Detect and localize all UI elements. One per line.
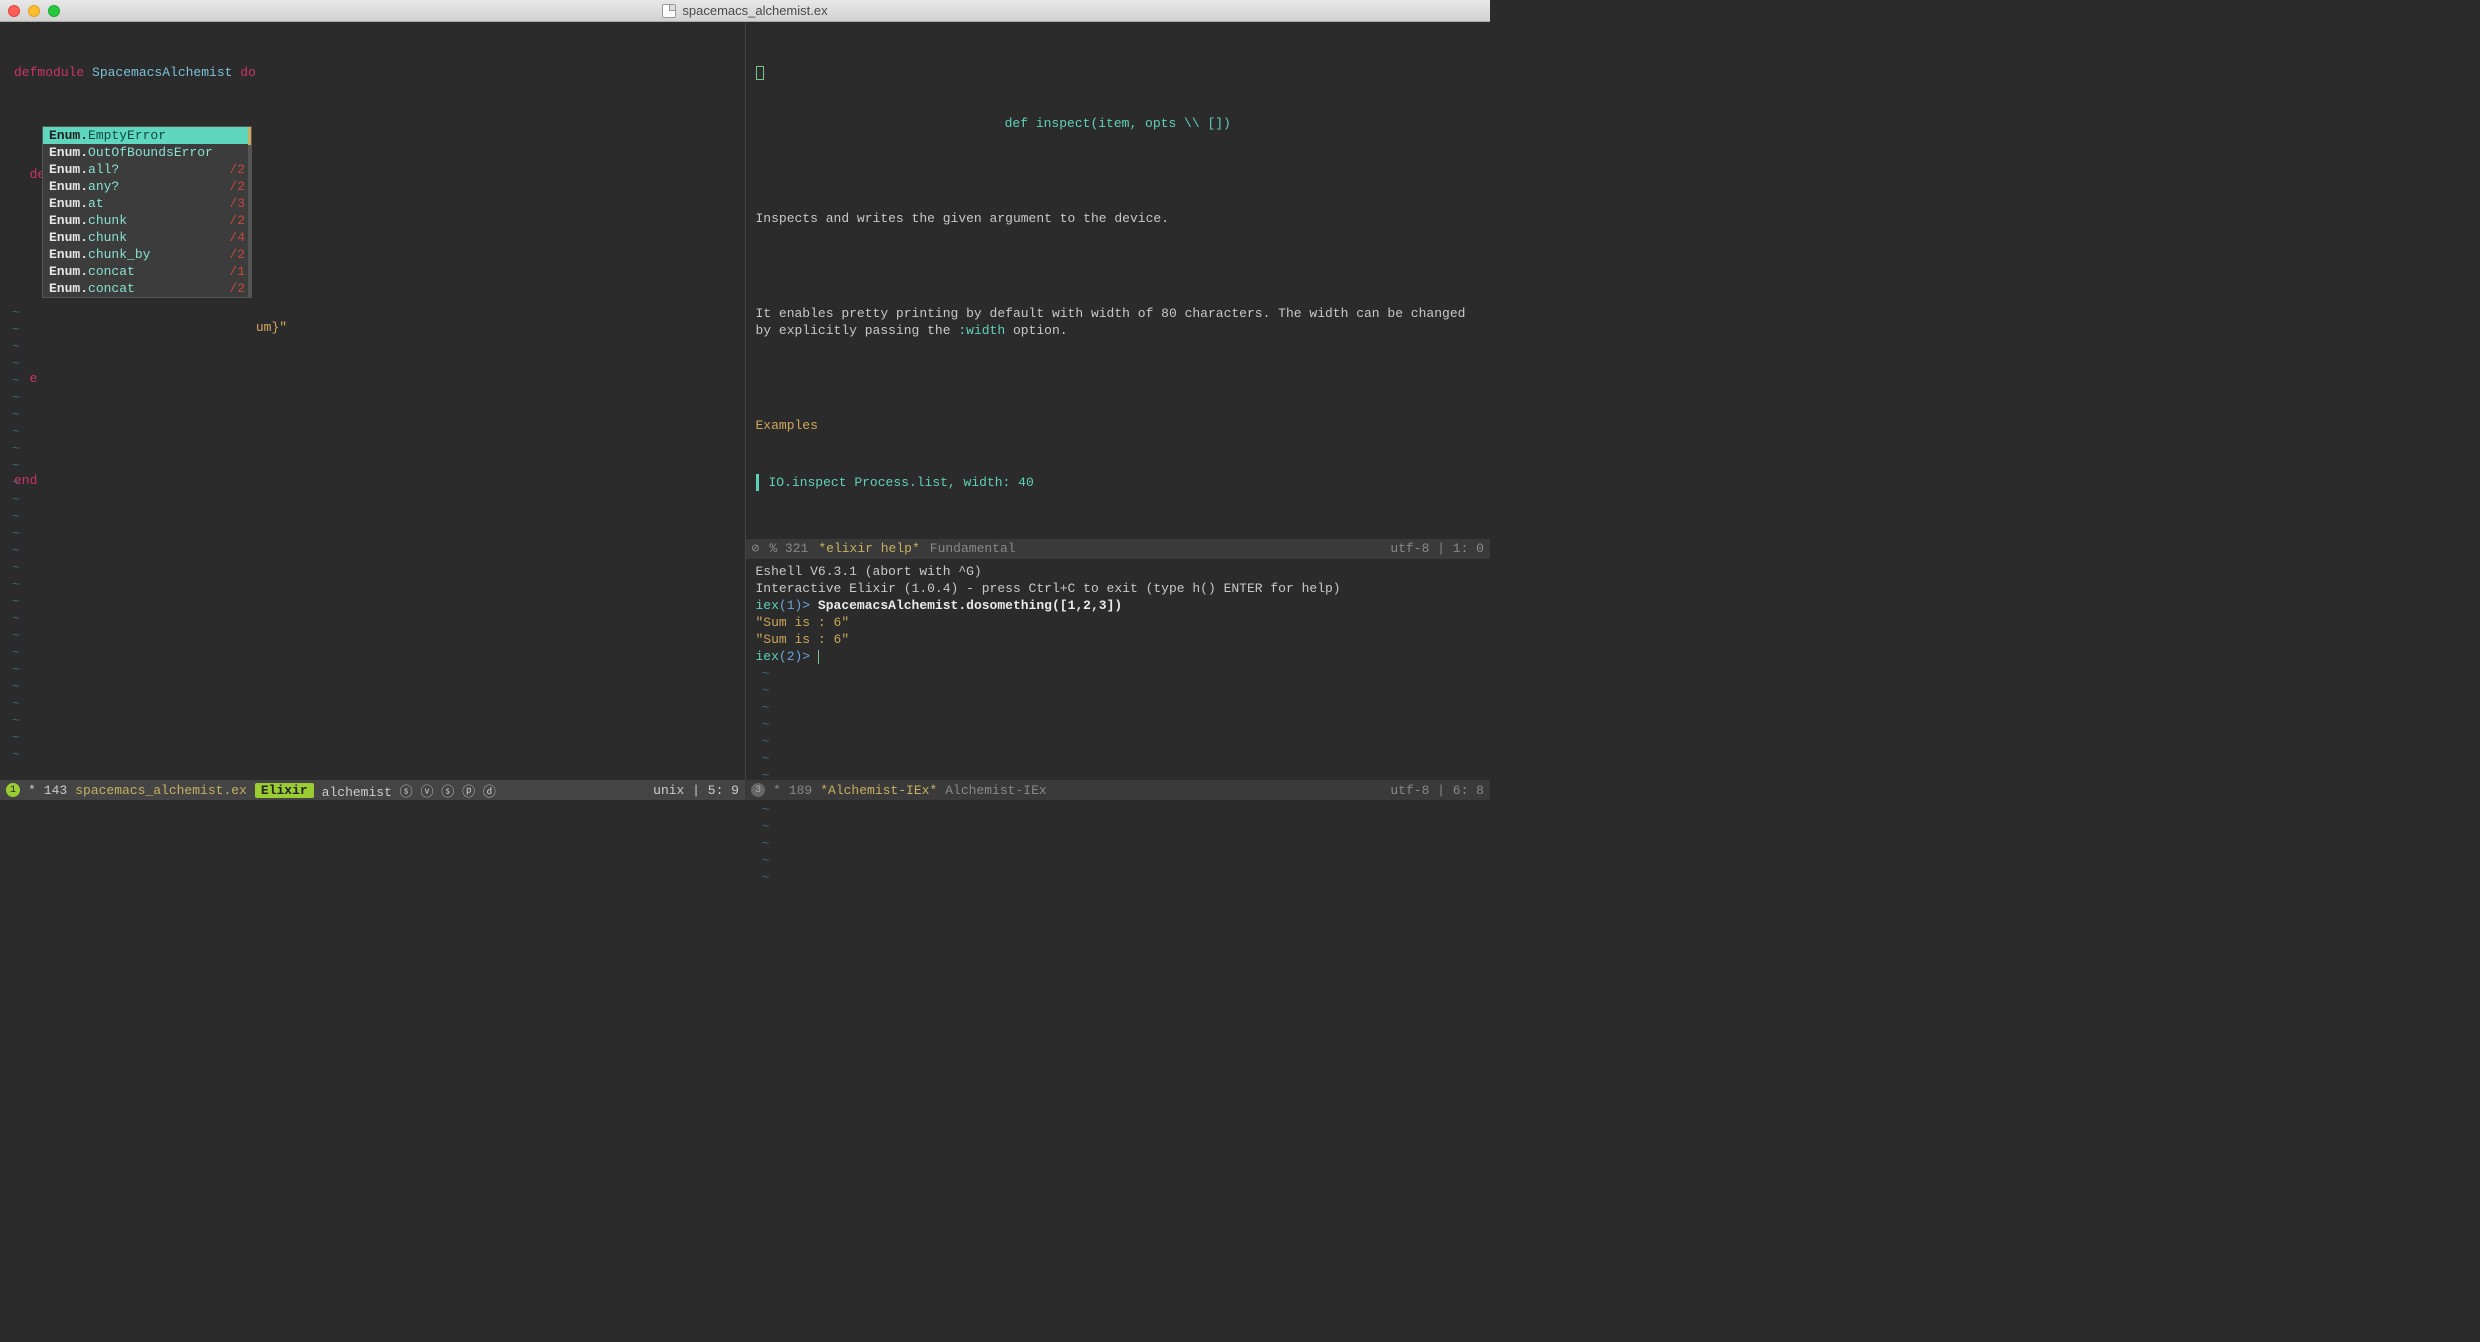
- right-pane: def inspect(item, opts \\ []) Inspects a…: [746, 22, 1491, 780]
- completion-item[interactable]: Enum.any?/2: [43, 178, 251, 195]
- kw-defmodule: defmodule: [14, 65, 92, 80]
- modelines: 1 * 143 spacemacs_alchemist.ex Elixir al…: [0, 780, 1490, 800]
- modeline-right[interactable]: 3 * 189 *Alchemist-IEx* Alchemist-IEx ut…: [745, 780, 1490, 800]
- completion-popup[interactable]: Enum.EmptyError Enum.OutOfBoundsError En…: [42, 126, 252, 298]
- completion-item[interactable]: Enum.concat/1: [43, 263, 251, 280]
- iex-prompt[interactable]: iex(2)>: [756, 648, 1481, 665]
- doc-paragraph: It enables pretty printing by default wi…: [756, 305, 1481, 339]
- window-title-text: spacemacs_alchemist.ex: [682, 3, 827, 18]
- kw-end-inner: e: [30, 371, 38, 386]
- document-icon: [662, 4, 676, 18]
- window-title: spacemacs_alchemist.ex: [0, 3, 1490, 18]
- buffer-name: spacemacs_alchemist.ex: [75, 783, 247, 798]
- empty-lines: ~~~~~~~~~~~~~~~~~~~~~~~~~~~: [0, 304, 20, 763]
- iex-prompt[interactable]: iex(1)> SpacemacsAlchemist.dosomething([…: [756, 597, 1481, 614]
- completion-item[interactable]: Enum.chunk_by/2: [43, 246, 251, 263]
- completion-item[interactable]: Enum.OutOfBoundsError: [43, 144, 251, 161]
- completion-item[interactable]: Enum.concat/2: [43, 280, 251, 297]
- state-indicator-icon: 3: [751, 783, 765, 797]
- help-cursor: [756, 66, 764, 80]
- macos-titlebar: spacemacs_alchemist.ex: [0, 0, 1490, 22]
- popup-scrollbar[interactable]: [248, 127, 251, 297]
- buffer-name: *Alchemist-IEx*: [820, 783, 937, 798]
- doc-signature: def inspect(item, opts \\ []): [756, 115, 1481, 132]
- iex-banner: Interactive Elixir (1.0.4) - press Ctrl+…: [756, 580, 1481, 597]
- minor-modes: alchemist ⓢ ⓥ ⓢ ⓟ ⓓ: [322, 781, 496, 800]
- workspace: defmodule SpacemacsAlchemist do def doso…: [0, 22, 1490, 780]
- buffer-name: *elixir help*: [818, 539, 919, 559]
- completion-item[interactable]: Enum.all?/2: [43, 161, 251, 178]
- iex-cursor: [818, 650, 819, 664]
- empty-lines: ~~~~~~~~~~~~~: [756, 665, 1481, 886]
- help-pane[interactable]: def inspect(item, opts \\ []) Inspects a…: [746, 22, 1491, 533]
- modeline-left[interactable]: 1 * 143 spacemacs_alchemist.ex Elixir al…: [0, 780, 745, 800]
- state-indicator-icon: 1: [6, 783, 20, 797]
- completion-item[interactable]: Enum.chunk/2: [43, 212, 251, 229]
- module-name: SpacemacsAlchemist: [92, 65, 240, 80]
- editor-pane[interactable]: defmodule SpacemacsAlchemist do def doso…: [0, 22, 746, 780]
- major-mode: Alchemist-IEx: [945, 783, 1046, 798]
- doc-examples-heading: Examples: [756, 417, 1481, 434]
- doc-paragraph: Inspects and writes the given argument t…: [756, 210, 1481, 227]
- kw-do: do: [240, 65, 256, 80]
- iex-pane[interactable]: Eshell V6.3.1 (abort with ^G) Interactiv…: [746, 559, 1491, 890]
- major-mode: Fundamental: [930, 539, 1016, 559]
- warning-icon: ⊘: [752, 539, 760, 559]
- completion-item[interactable]: Enum.EmptyError: [43, 127, 251, 144]
- iex-output: "Sum is : 6": [756, 614, 1481, 631]
- iex-output: "Sum is : 6": [756, 631, 1481, 648]
- help-modeline: ⊘ % 321 *elixir help* Fundamental utf-8 …: [746, 539, 1491, 559]
- doc-code-block: IO.inspect Process.list, width: 40: [756, 474, 1481, 491]
- major-mode: Elixir: [255, 783, 314, 798]
- completion-item[interactable]: Enum.chunk/4: [43, 229, 251, 246]
- peek-text: um}": [256, 320, 287, 335]
- iex-eshell: Eshell V6.3.1 (abort with ^G): [756, 563, 1481, 580]
- completion-item[interactable]: Enum.at/3: [43, 195, 251, 212]
- popup-scroll-thumb[interactable]: [248, 127, 251, 145]
